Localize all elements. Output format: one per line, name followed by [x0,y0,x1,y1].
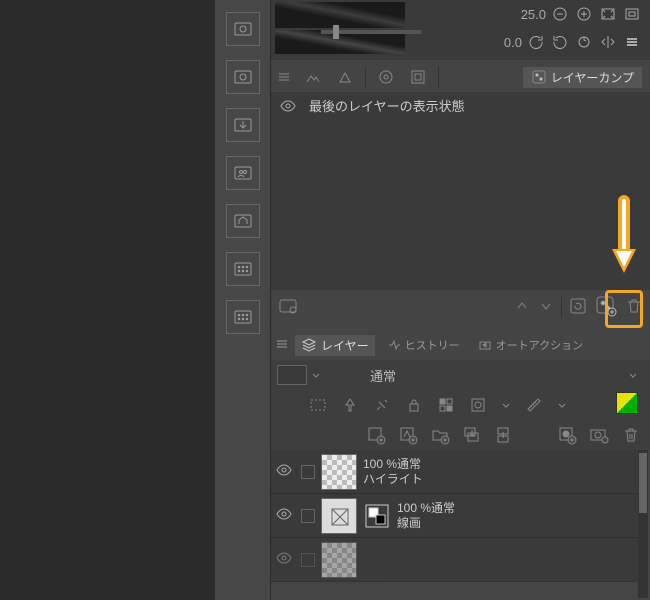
zoom-out-icon[interactable] [550,4,570,24]
rotate-ccw-icon[interactable] [526,32,546,52]
layers-panel-tabrow: レイヤー ヒストリー オートアクション [271,330,650,360]
layer-color-swatch[interactable] [616,392,638,414]
clip-mask-icon[interactable] [307,394,329,416]
comp-update-icon[interactable] [277,295,299,320]
new-raster-layer-icon[interactable] [365,424,387,446]
zoom-slider[interactable] [321,30,421,34]
comp-refresh-icon[interactable] [568,296,588,319]
visibility-icon[interactable] [275,549,295,570]
layer-name-label: ハイライト [363,472,423,487]
new-vector-layer-icon[interactable] [397,424,419,446]
tab-autoaction[interactable]: オートアクション [472,335,589,355]
layer-list: 100 %通常 ハイライト 100 %通常 線画 [271,450,638,582]
tab-icon-2[interactable] [333,65,357,89]
left-dock-rail [215,0,270,600]
delete-comp-icon[interactable] [624,296,644,319]
panel-menu-icon[interactable] [275,337,289,354]
new-layer-mask-icon[interactable] [556,424,578,446]
lock-layer-icon[interactable] [403,394,425,416]
tab-layer-comp[interactable]: レイヤーカンプ [523,67,642,88]
comp-next-icon[interactable] [537,297,555,318]
blend-mode-row: 通常 [271,360,650,390]
layer-checkbox[interactable] [301,465,315,479]
navigator-panel: 25.0 0.0 [271,0,650,60]
rotate-reset-icon[interactable] [574,32,594,52]
chevron-down-icon[interactable] [626,368,640,382]
palette-color-swatch[interactable] [277,365,307,385]
layer-comp-tabrow: レイヤーカンプ [271,62,650,92]
dock-panel-2[interactable] [226,60,260,94]
new-layer-comp-button[interactable] [594,294,618,321]
flip-horizontal-icon[interactable] [598,32,618,52]
reference-layer-icon[interactable] [339,394,361,416]
tab-icon-3[interactable] [374,65,398,89]
visibility-icon[interactable] [279,97,297,115]
layer-row[interactable]: 100 %通常 ハイライト [271,450,638,494]
layer-row[interactable] [271,538,638,582]
zoom-in-icon[interactable] [574,4,594,24]
layer-row[interactable]: 100 %通常 線画 [271,494,638,538]
layer-comp-row[interactable]: 最後のレイヤーの表示状態 [271,92,650,119]
layer-checkbox[interactable] [301,553,315,567]
layer-list-scrollbar[interactable] [638,450,648,598]
layer-comp-label: 最後のレイヤーの表示状態 [309,96,465,115]
visibility-icon[interactable] [275,461,295,482]
chevron-down-icon[interactable] [309,368,323,382]
chevron-down-icon[interactable] [499,398,513,412]
tab-icon-1[interactable] [301,65,325,89]
blend-mode-select[interactable]: 通常 [333,366,433,385]
new-folder-icon[interactable] [429,424,451,446]
dock-panel-people[interactable] [226,156,260,190]
dock-panel-grid-2[interactable] [226,300,260,334]
layer-toolbar-2 [271,420,650,450]
mask-enable-icon[interactable] [467,394,489,416]
dock-panel-download[interactable] [226,108,260,142]
layer-thumbnail[interactable] [321,542,357,578]
delete-layer-icon[interactable] [620,424,642,446]
layer-checkbox[interactable] [301,509,315,523]
layer-toolbar-1 [271,390,650,420]
transfer-down-icon[interactable] [461,424,483,446]
zoom-value: 25.0 [521,7,546,22]
navigator-thumbnail[interactable] [275,2,405,28]
layer-comp-footer [271,290,650,324]
rotate-cw-icon[interactable] [550,32,570,52]
ruler-icon[interactable] [523,394,545,416]
dock-panel-house[interactable] [226,204,260,238]
merge-down-icon[interactable] [493,424,515,446]
layer-name-label: 線画 [397,516,455,531]
chevron-down-icon[interactable] [555,398,569,412]
apply-mask-icon[interactable] [588,424,610,446]
layer-mask-thumbnail[interactable] [363,502,391,530]
layer-opacity-label: 100 %通常 [397,501,455,516]
dock-panel-grid-1[interactable] [226,252,260,286]
lock-transparent-icon[interactable] [435,394,457,416]
dock-panel-1[interactable] [226,12,260,46]
draft-layer-icon[interactable] [371,394,393,416]
tab-icon-4[interactable] [406,65,430,89]
layer-comp-body: 最後のレイヤーの表示状態 [271,92,650,320]
menu-stack-icon[interactable] [622,32,642,52]
actual-size-icon[interactable] [622,4,642,24]
layer-thumbnail[interactable] [321,498,357,534]
comp-prev-icon[interactable] [513,297,531,318]
visibility-icon[interactable] [275,505,295,526]
rotation-value: 0.0 [504,35,522,50]
fit-screen-icon[interactable] [598,4,618,24]
layer-opacity-label: 100 %通常 [363,457,423,472]
tab-history[interactable]: ヒストリー [381,335,466,355]
layer-thumbnail[interactable] [321,454,357,490]
tab-layers[interactable]: レイヤー [295,335,375,356]
panel-menu-icon[interactable] [275,68,293,86]
